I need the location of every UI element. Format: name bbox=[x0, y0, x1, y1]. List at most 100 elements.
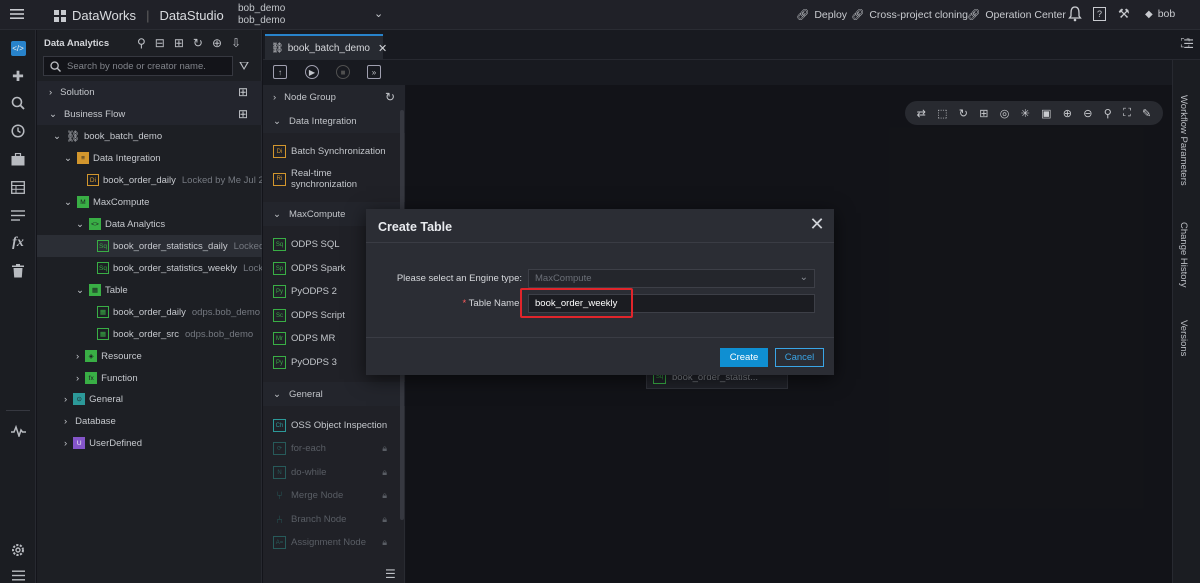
create-button[interactable]: Create bbox=[720, 348, 768, 367]
tree-row-solution[interactable]: › Solution ⊞ bbox=[37, 81, 262, 103]
search-icon[interactable]: ⚲ bbox=[1104, 107, 1112, 120]
run-icon[interactable]: ▶ bbox=[305, 65, 319, 79]
function-fx-icon[interactable]: fx bbox=[0, 232, 36, 254]
help-icon[interactable]: ? bbox=[1093, 7, 1106, 21]
submit-icon[interactable]: ↑ bbox=[273, 65, 287, 79]
tree-row-table[interactable]: ⌄ ▦ Table bbox=[37, 279, 262, 301]
chevron-right-icon: › bbox=[76, 372, 80, 384]
format-icon[interactable]: ✎ bbox=[1142, 107, 1151, 120]
target-icon[interactable]: ◎ bbox=[1000, 107, 1010, 120]
data-integration-icon: ≡ bbox=[76, 152, 89, 164]
hamburger-menu-icon[interactable] bbox=[10, 7, 24, 24]
table-icon: ▦ bbox=[97, 328, 109, 340]
editor-tab-bar: ⛓︎ book_batch_demo ✕ ☰ bbox=[263, 30, 1200, 60]
zoom-out-icon[interactable]: ⊖ bbox=[1083, 107, 1092, 120]
refresh-icon[interactable]: ↻ bbox=[385, 90, 395, 104]
clock-icon[interactable] bbox=[0, 120, 36, 142]
project-selector[interactable]: bob_demo bob_demo bbox=[238, 3, 285, 27]
fullscreen-icon[interactable]: ⛶ bbox=[1123, 107, 1131, 120]
collapse-menu-icon[interactable] bbox=[0, 564, 36, 583]
trash-icon[interactable] bbox=[0, 260, 36, 282]
brand-divider: | bbox=[146, 8, 150, 23]
palette-item-batch-sync[interactable]: Di Batch Synchronization bbox=[273, 145, 401, 158]
cancel-button[interactable]: Cancel bbox=[775, 348, 824, 367]
link-icon: 🔗︎ bbox=[967, 9, 981, 21]
tree-row-database[interactable]: › Database bbox=[37, 410, 262, 432]
tree-row-table-book-order-src[interactable]: ▦ book_order_src odps.bob_demo bbox=[37, 323, 262, 345]
grid-view-icon[interactable]: ⊞ bbox=[238, 85, 248, 99]
export-icon[interactable]: ⇩ bbox=[231, 36, 241, 50]
palette-item-oss-inspection[interactable]: Ch OSS Object Inspection bbox=[273, 419, 401, 432]
tools-icon[interactable]: ⚒︎ bbox=[1118, 6, 1130, 22]
data-analytics-nav-icon[interactable]: </> bbox=[0, 37, 36, 59]
tree-row-book-batch-demo[interactable]: ⌄ ⛓︎ book_batch_demo bbox=[37, 125, 262, 147]
pulse-icon[interactable] bbox=[0, 420, 36, 442]
palette-item-realtime-sync[interactable]: Ri Real-time synchronization bbox=[273, 168, 401, 190]
check-node-icon: Ch bbox=[273, 419, 286, 432]
filter-icon[interactable]: ⛛ bbox=[239, 59, 249, 74]
operation-center-link[interactable]: 🔗︎ Operation Center bbox=[967, 8, 1066, 22]
layout-icon[interactable]: ✳ bbox=[1021, 107, 1030, 120]
chevron-right-icon: › bbox=[273, 91, 277, 103]
close-tab-icon[interactable]: ✕ bbox=[378, 42, 387, 55]
select-icon[interactable]: ⬚ bbox=[937, 107, 947, 120]
tree-row-book-order-statistics-daily[interactable]: Sq book_order_statistics_daily Locked bbox=[37, 235, 262, 257]
grid-icon[interactable]: ⊞ bbox=[979, 107, 988, 120]
highlight-annotation-box bbox=[520, 288, 633, 318]
fit-1to1-icon[interactable]: ▣ bbox=[1041, 107, 1051, 120]
gear-icon[interactable] bbox=[0, 539, 36, 561]
swap-icon[interactable]: ⇄ bbox=[917, 107, 926, 120]
chevron-right-icon: › bbox=[64, 393, 68, 405]
tree-row-data-analytics[interactable]: ⌄ <> Data Analytics bbox=[37, 213, 262, 235]
refresh-icon[interactable]: ↻ bbox=[959, 107, 968, 120]
engine-type-label: Please select an Engine type: bbox=[396, 273, 522, 284]
tree-row-userdefined[interactable]: › U UserDefined bbox=[37, 432, 262, 454]
tree-row-resource[interactable]: › ◈ Resource bbox=[37, 345, 262, 367]
zoom-in-icon[interactable]: ⊕ bbox=[1063, 107, 1072, 120]
refresh-icon[interactable]: ↻ bbox=[193, 36, 203, 50]
function-icon: fx bbox=[85, 372, 98, 384]
puzzle-icon[interactable]: ✚ bbox=[0, 65, 36, 87]
tab-book-batch-demo[interactable]: ⛓︎ book_batch_demo ✕ bbox=[265, 34, 387, 60]
user-filter-icon[interactable]: ⚲ bbox=[137, 36, 146, 50]
change-history-tab[interactable]: Change History bbox=[1178, 222, 1189, 287]
project-chevron-down-icon[interactable]: ⌄ bbox=[374, 7, 383, 20]
import-icon[interactable]: ⊟ bbox=[155, 36, 165, 50]
tree-row-book-order-statistics-weekly[interactable]: Sq book_order_statistics_weekly Locke bbox=[37, 257, 262, 279]
new-file-icon[interactable]: ⊞ bbox=[174, 36, 184, 50]
briefcase-icon[interactable] bbox=[0, 148, 36, 170]
stop-icon: ■ bbox=[336, 65, 350, 79]
palette-section-general[interactable]: ⌄ General bbox=[263, 382, 405, 406]
cross-project-cloning-link[interactable]: 🔗︎ Cross-project cloning bbox=[851, 8, 968, 22]
table-grid-icon[interactable] bbox=[0, 176, 36, 198]
palette-list-icon[interactable]: ☰ bbox=[385, 567, 396, 581]
tree-row-function[interactable]: › fx Function bbox=[37, 367, 262, 389]
versions-tab[interactable]: Versions bbox=[1178, 320, 1189, 356]
deploy-link[interactable]: 🔗︎ Deploy bbox=[796, 8, 847, 22]
close-icon[interactable]: ✕ bbox=[808, 215, 826, 233]
tree-search-input[interactable]: Search by node or creator name. bbox=[43, 56, 233, 76]
palette-section-data-integration[interactable]: ⌄ Data Integration bbox=[263, 109, 405, 133]
locate-icon[interactable]: ⊕ bbox=[212, 36, 222, 50]
lock-icon: 🔒︎ bbox=[382, 467, 387, 477]
list-settings-icon[interactable] bbox=[0, 204, 36, 226]
chevron-down-icon: ⌄ bbox=[799, 272, 808, 283]
chevron-down-icon: ⌄ bbox=[76, 218, 84, 230]
tree-row-table-book-order-daily[interactable]: ▦ book_order_daily odps.bob_demo bbox=[37, 301, 262, 323]
user-menu[interactable]: ◆ bob bbox=[1145, 8, 1175, 20]
sql-node-icon: Sq bbox=[97, 240, 109, 252]
fullscreen-icon[interactable]: ⛶ bbox=[1181, 36, 1189, 51]
palette-section-node-group[interactable]: › Node Group ↻ bbox=[263, 85, 405, 109]
grid-view-icon[interactable]: ⊞ bbox=[238, 107, 248, 121]
bell-icon[interactable] bbox=[1068, 6, 1082, 25]
tree-row-general[interactable]: › ⊙ General bbox=[37, 388, 262, 410]
search-nav-icon[interactable] bbox=[0, 92, 36, 114]
palette-item-do-while: N do-while 🔒︎ bbox=[273, 466, 401, 479]
workflow-parameters-tab[interactable]: Workflow Parameters bbox=[1178, 95, 1189, 186]
tree-row-book-order-daily[interactable]: Di book_order_daily Locked by Me Jul 29 bbox=[37, 169, 262, 191]
deploy-icon[interactable]: » bbox=[367, 65, 381, 79]
tree-row-data-integration[interactable]: ⌄ ≡ Data Integration bbox=[37, 147, 262, 169]
tree-row-business-flow[interactable]: ⌄ Business Flow ⊞ bbox=[37, 103, 262, 125]
product-name: DataStudio bbox=[159, 8, 224, 23]
tree-row-maxcompute[interactable]: ⌄ M MaxCompute bbox=[37, 191, 262, 213]
